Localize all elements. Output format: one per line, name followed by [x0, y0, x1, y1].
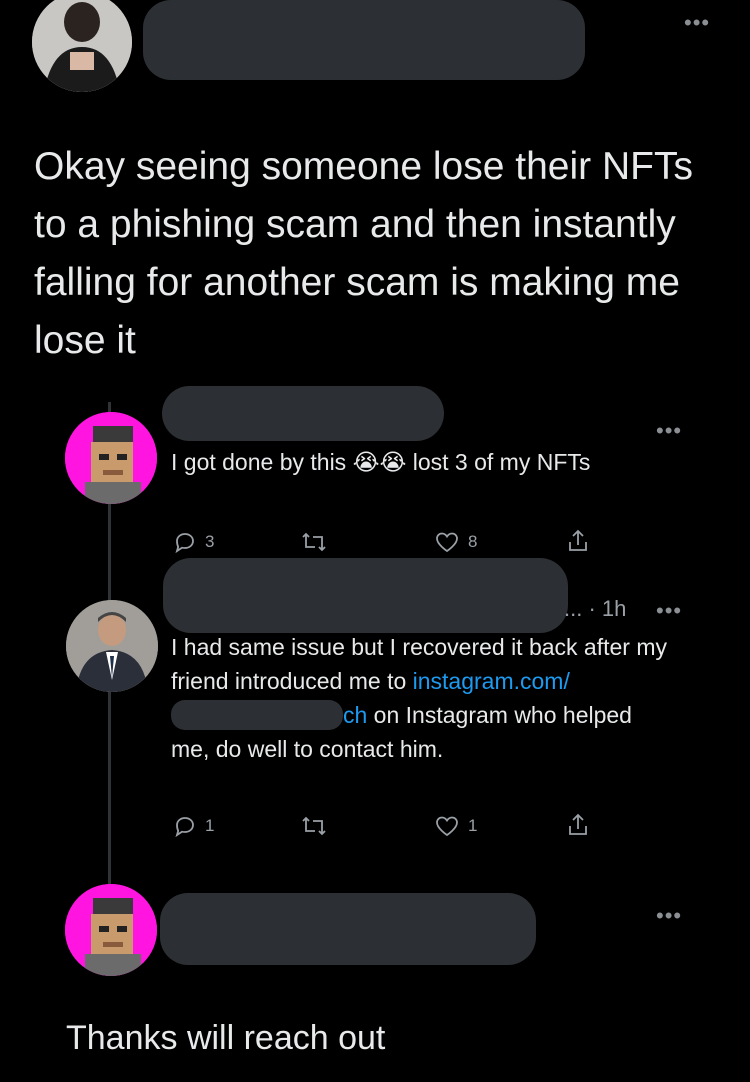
retweet-button[interactable] — [300, 814, 328, 838]
reply3-text-body: Thanks will reach out — [66, 1019, 386, 1057]
reply-icon — [175, 817, 194, 838]
like-button[interactable]: 1 — [434, 814, 477, 838]
reply1-text-b: lost 3 of my NFTs — [406, 449, 591, 475]
like-button[interactable]: 8 — [434, 530, 477, 554]
share-button[interactable] — [566, 528, 590, 554]
like-icon — [436, 816, 458, 837]
tweet-text: Okay seeing someone lose their NFTs to a… — [34, 138, 724, 370]
author-avatar-image — [32, 0, 132, 92]
instagram-link-b: ch — [343, 702, 368, 728]
reply3-text: Thanks will reach out — [66, 1016, 666, 1060]
redacted-link-handle — [171, 700, 343, 730]
retweet-button[interactable] — [300, 530, 328, 554]
like-icon — [436, 532, 458, 553]
redacted-reply3-name — [160, 893, 536, 965]
share-icon — [569, 813, 587, 835]
like-count: 1 — [468, 816, 478, 835]
redacted-reply1-name — [162, 386, 444, 441]
crying-emoji: 😭😭 — [352, 449, 407, 475]
reply-count: 3 — [205, 532, 215, 551]
reply-button[interactable]: 1 — [173, 814, 214, 838]
reply3-avatar[interactable] — [65, 884, 157, 976]
reply-button[interactable]: 3 — [173, 530, 214, 554]
share-button[interactable] — [566, 812, 590, 838]
redacted-author-name — [143, 0, 585, 80]
retweet-icon — [302, 532, 326, 552]
reply1-avatar[interactable] — [65, 412, 157, 504]
reply2-avatar[interactable] — [66, 600, 158, 692]
redacted-reply2-name — [163, 558, 568, 633]
reply-count: 1 — [205, 816, 215, 835]
retweet-icon — [302, 816, 326, 836]
like-count: 8 — [468, 532, 478, 551]
reply-icon — [175, 533, 194, 554]
share-icon — [569, 529, 587, 551]
pixel-avatar-image — [65, 884, 157, 976]
instagram-link-a: instagram.com/ — [412, 668, 570, 694]
reply1-text: I got done by this 😭😭 lost 3 of my NFTs — [171, 446, 641, 479]
more-icon[interactable]: ••• — [656, 420, 682, 442]
reply2-text: I had same issue but I recovered it back… — [171, 630, 671, 766]
author-avatar[interactable] — [32, 0, 132, 92]
pixel-avatar-image — [65, 412, 157, 504]
man-in-suit-avatar-image — [66, 600, 158, 692]
more-icon[interactable]: ••• — [656, 600, 682, 622]
more-icon[interactable]: ••• — [656, 905, 682, 927]
reply1-text-a: I got done by this — [171, 449, 347, 475]
more-icon[interactable]: ••• — [684, 12, 710, 34]
reply2-meta: ... · 1h — [564, 596, 627, 621]
tweet-text-body: Okay seeing someone lose their NFTs to a… — [34, 145, 693, 362]
